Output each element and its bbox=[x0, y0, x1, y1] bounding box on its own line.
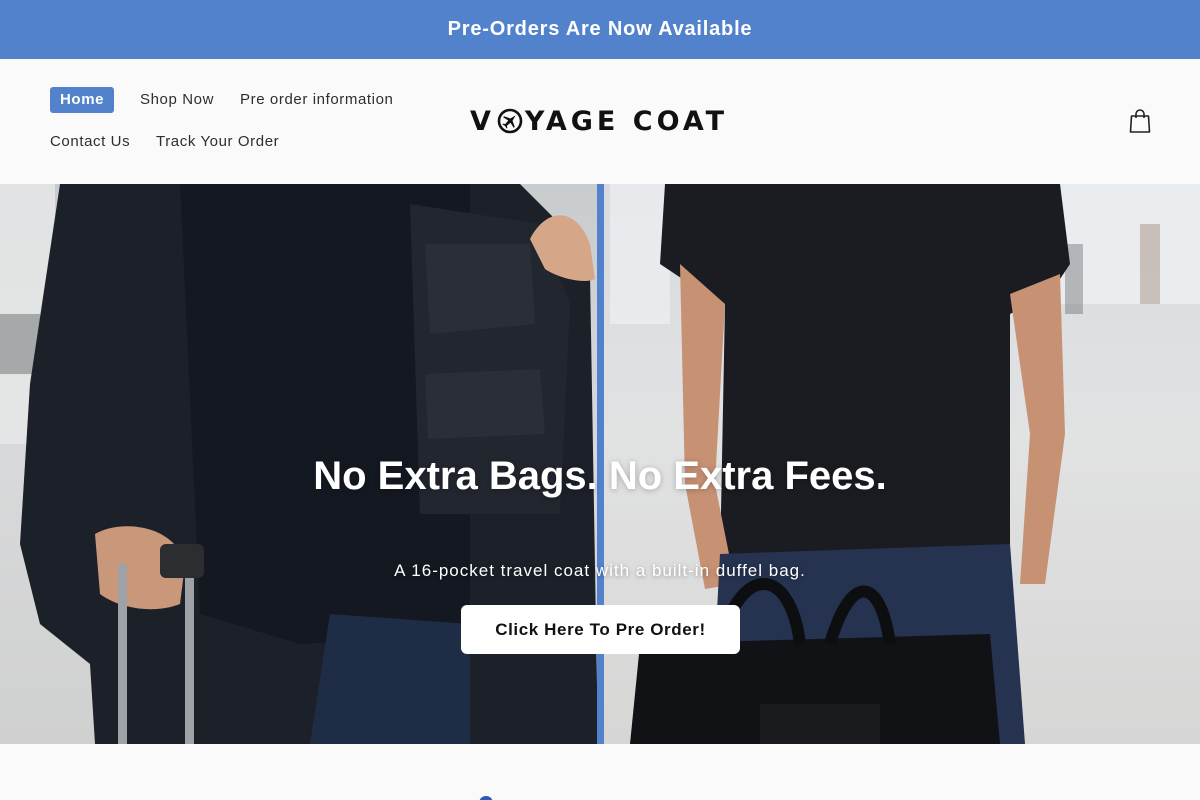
site-header: Home Shop Now Pre order information Cont… bbox=[0, 59, 1200, 184]
announcement-bar: Pre-Orders Are Now Available bbox=[0, 0, 1200, 59]
cart-button[interactable] bbox=[1128, 108, 1152, 134]
nav-pre-order-info-link[interactable]: Pre order information bbox=[240, 90, 394, 110]
nav-track-order-link[interactable]: Track Your Order bbox=[156, 132, 279, 152]
shopping-bag-icon bbox=[1129, 109, 1151, 133]
section-badge-icon bbox=[479, 796, 493, 800]
pre-order-cta-button[interactable]: Click Here To Pre Order! bbox=[461, 605, 740, 654]
hero-title: No Extra Bags. No Extra Fees. bbox=[313, 454, 887, 498]
hero-banner: No Extra Bags. No Extra Fees. A 16-pocke… bbox=[0, 184, 1200, 744]
nav-shop-now-link[interactable]: Shop Now bbox=[140, 90, 214, 110]
announcement-text: Pre-Orders Are Now Available bbox=[447, 18, 753, 40]
hero-subtitle: A 16-pocket travel coat with a built-in … bbox=[394, 561, 806, 580]
nav-contact-us-link[interactable]: Contact Us bbox=[50, 132, 130, 152]
next-section bbox=[0, 744, 1200, 800]
nav-home-link[interactable]: Home bbox=[50, 87, 115, 113]
airplane-circle-icon bbox=[497, 108, 523, 134]
logo-text-left: V bbox=[470, 105, 495, 137]
brand-logo[interactable]: V YAGE COAT bbox=[470, 101, 728, 141]
logo-text-right: YAGE COAT bbox=[524, 105, 729, 137]
